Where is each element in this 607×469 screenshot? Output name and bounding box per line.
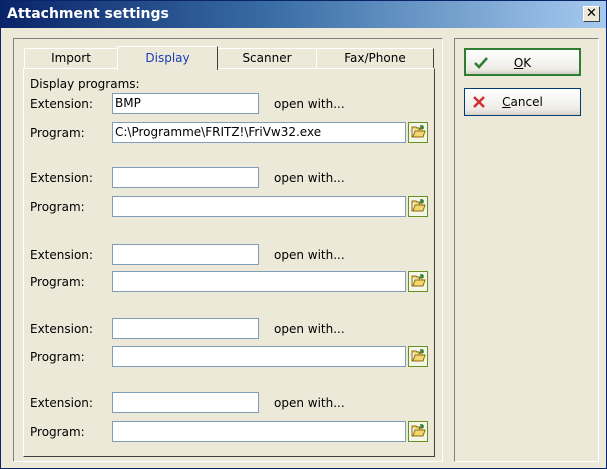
program-input[interactable] xyxy=(112,196,406,217)
program-input[interactable]: C:\Programme\FRITZ!\FriVw32.exe xyxy=(112,122,406,143)
extension-label: Extension: xyxy=(30,97,93,111)
close-icon: ✕ xyxy=(586,6,597,21)
tab-import[interactable]: Import xyxy=(24,48,118,68)
program-label: Program: xyxy=(30,425,85,439)
extension-label: Extension: xyxy=(30,248,93,262)
window-title: Attachment settings xyxy=(7,6,169,22)
open-with-label: open with... xyxy=(274,97,345,111)
program-label: Program: xyxy=(30,200,85,214)
open-with-label: open with... xyxy=(274,248,345,262)
extension-label: Extension: xyxy=(30,322,93,336)
ok-button[interactable]: OK xyxy=(464,48,581,76)
extension-input[interactable] xyxy=(112,244,259,265)
browse-button[interactable] xyxy=(408,421,428,442)
tab-display[interactable]: Display xyxy=(117,46,218,70)
display-programs-label: Display programs: xyxy=(30,77,140,91)
browse-button[interactable] xyxy=(408,196,428,217)
extension-input[interactable] xyxy=(112,167,259,188)
extension-label: Extension: xyxy=(30,396,93,410)
extension-label: Extension: xyxy=(30,171,93,185)
extension-input[interactable] xyxy=(112,318,259,339)
browse-button[interactable] xyxy=(408,271,428,292)
program-input[interactable] xyxy=(112,346,406,367)
tab-fax-phone[interactable]: Fax/Phone xyxy=(316,48,434,68)
extension-input[interactable] xyxy=(112,392,259,413)
close-button[interactable]: ✕ xyxy=(583,6,600,22)
cancel-label: Cancel xyxy=(502,95,543,109)
attachment-settings-dialog: Attachment settings ✕ Import Display Sca… xyxy=(0,0,607,469)
program-input[interactable] xyxy=(112,271,406,292)
cancel-button[interactable]: Cancel xyxy=(464,88,581,116)
program-label: Program: xyxy=(30,275,85,289)
program-input[interactable] xyxy=(112,421,406,442)
program-label: Program: xyxy=(30,350,85,364)
program-label: Program: xyxy=(30,126,85,140)
browse-button[interactable] xyxy=(408,346,428,367)
title-bar[interactable]: Attachment settings ✕ xyxy=(1,1,606,28)
extension-input[interactable]: BMP xyxy=(112,93,259,114)
open-with-label: open with... xyxy=(274,171,345,185)
open-with-label: open with... xyxy=(274,396,345,410)
browse-button[interactable] xyxy=(408,122,428,143)
tab-scanner[interactable]: Scanner xyxy=(217,48,317,68)
open-with-label: open with... xyxy=(274,322,345,336)
ok-label: OK xyxy=(513,56,532,70)
